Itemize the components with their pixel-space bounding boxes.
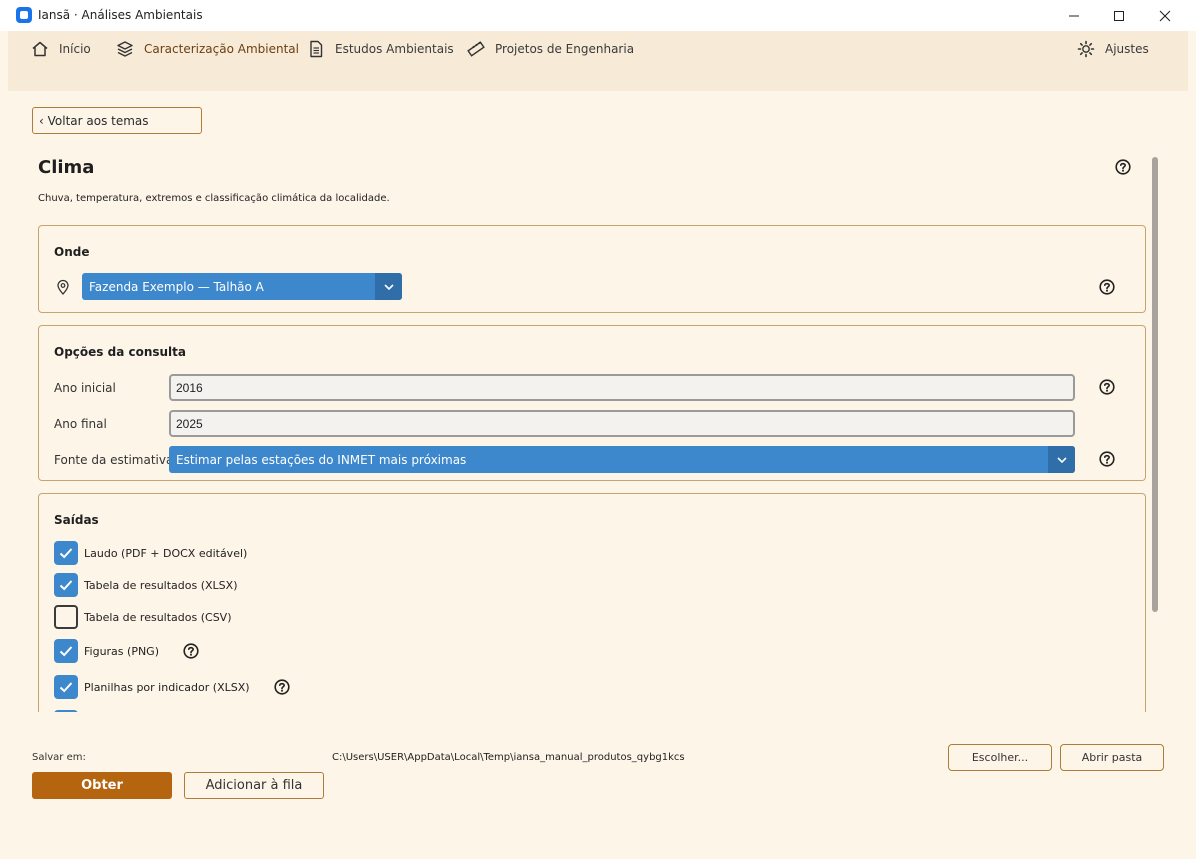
output-option-label: Figuras (PNG) [84, 644, 159, 658]
maximize-button[interactable] [1096, 0, 1142, 31]
location-select-value: Fazenda Exemplo — Talhão A [89, 280, 264, 294]
help-icon[interactable] [1115, 159, 1131, 175]
nav-label: Início [59, 42, 91, 56]
page-description: Chuva, temperatura, extremos e classific… [38, 193, 390, 204]
nav-label: Ajustes [1105, 42, 1149, 56]
nav-item-inicio[interactable]: Início [30, 39, 91, 59]
estimate-source-label: Fonte da estimativa [54, 453, 174, 467]
help-icon[interactable] [1099, 279, 1115, 295]
add-to-queue-button[interactable]: Adicionar à fila [184, 772, 324, 799]
nav-label: Caracterização Ambiental [144, 42, 299, 56]
output-option[interactable]: Tabela de resultados (XLSX) [54, 573, 238, 597]
save-location-label: Salvar em: [32, 752, 86, 763]
estimate-source-select[interactable]: Estimar pelas estações do INMET mais pró… [169, 446, 1075, 473]
choose-folder-button[interactable]: Escolher... [948, 744, 1052, 771]
open-folder-button[interactable]: Abrir pasta [1060, 744, 1164, 771]
location-card: Onde Fazenda Exemplo — Talhão A [38, 225, 1146, 313]
card-title: Onde [54, 245, 90, 259]
window-title: Iansã · Análises Ambientais [38, 8, 203, 22]
checkbox-checked[interactable] [54, 541, 78, 565]
document-icon [306, 39, 326, 59]
nav-item-projetos[interactable]: Projetos de Engenharia [466, 39, 634, 59]
chevron-down-icon[interactable] [375, 273, 402, 300]
help-icon[interactable] [273, 679, 290, 695]
nav-item-ajustes[interactable]: Ajustes [1076, 39, 1149, 59]
title-bar: Iansã · Análises Ambientais [0, 0, 1196, 31]
start-year-input[interactable]: 2016 [169, 374, 1075, 401]
output-option[interactable]: Planilhas por indicador (XLSX) [54, 675, 290, 699]
end-year-input[interactable]: 2025 [169, 410, 1075, 437]
checkbox-checked[interactable] [54, 573, 78, 597]
scrollbar-thumb[interactable] [1152, 157, 1158, 612]
page-title: Clima [38, 157, 95, 178]
nav-item-estudos[interactable]: Estudos Ambientais [306, 39, 454, 59]
outputs-card: Saídas Laudo (PDF + DOCX editável) Tabel… [38, 493, 1146, 712]
output-option-label: Tabela de resultados (XLSX) [84, 578, 238, 592]
card-title: Saídas [54, 513, 99, 527]
output-option-label: Planilhas por indicador (XLSX) [84, 680, 250, 694]
footer-bar: Salvar em: C:\Users\USER\AppData\Local\T… [8, 712, 1188, 851]
chevron-down-icon[interactable] [1048, 446, 1075, 473]
main-content: ‹ Voltar aos temas Clima Chuva, temperat… [8, 91, 1188, 712]
location-select[interactable]: Fazenda Exemplo — Talhão A [82, 273, 402, 300]
output-option[interactable]: Tabela de resultados (CSV) [54, 605, 232, 629]
close-icon [1159, 10, 1171, 21]
checkbox-unchecked[interactable] [54, 605, 78, 629]
nav-item-caracterizacao[interactable]: Caracterização Ambiental [115, 39, 299, 59]
nav-label: Projetos de Engenharia [495, 42, 635, 56]
minimize-button[interactable] [1051, 0, 1097, 31]
output-option[interactable]: Figuras (PNG) [54, 639, 199, 663]
card-title: Opções da consulta [54, 345, 187, 359]
back-to-themes-button[interactable]: ‹ Voltar aos temas [32, 107, 202, 134]
help-icon[interactable] [1099, 451, 1115, 467]
output-option[interactable]: Laudo (PDF + DOCX editável) [54, 541, 247, 565]
ruler-icon [466, 39, 486, 59]
maximize-icon [1114, 10, 1124, 21]
obter-button[interactable]: Obter [32, 772, 172, 799]
minimize-icon [1069, 15, 1079, 16]
app-window: Iansã · Análises Ambientais Início Carac… [0, 0, 1196, 859]
location-pin-icon [57, 279, 69, 295]
estimate-source-value: Estimar pelas estações do INMET mais pró… [176, 453, 467, 467]
close-button[interactable] [1142, 0, 1188, 31]
app-icon [16, 7, 32, 23]
checkbox-checked[interactable] [54, 639, 78, 663]
top-nav: Início Caracterização Ambiental Estudos … [8, 31, 1188, 91]
layers-icon [115, 39, 135, 59]
output-option-label: Laudo (PDF + DOCX editável) [84, 546, 248, 560]
checkbox-checked[interactable] [54, 675, 78, 699]
start-year-label: Ano inicial [54, 381, 116, 395]
query-options-card: Opções da consulta Ano inicial 2016 Ano … [38, 325, 1146, 481]
home-icon [30, 39, 50, 59]
output-option-label: Tabela de resultados (CSV) [84, 610, 232, 624]
nav-label: Estudos Ambientais [335, 42, 454, 56]
end-year-label: Ano final [54, 417, 107, 431]
save-path-value: C:\Users\USER\AppData\Local\Temp\iansa_m… [332, 752, 685, 763]
help-icon[interactable] [183, 643, 199, 659]
help-icon[interactable] [1099, 379, 1115, 395]
gear-icon [1076, 39, 1096, 59]
scrollbar[interactable] [1152, 157, 1158, 612]
